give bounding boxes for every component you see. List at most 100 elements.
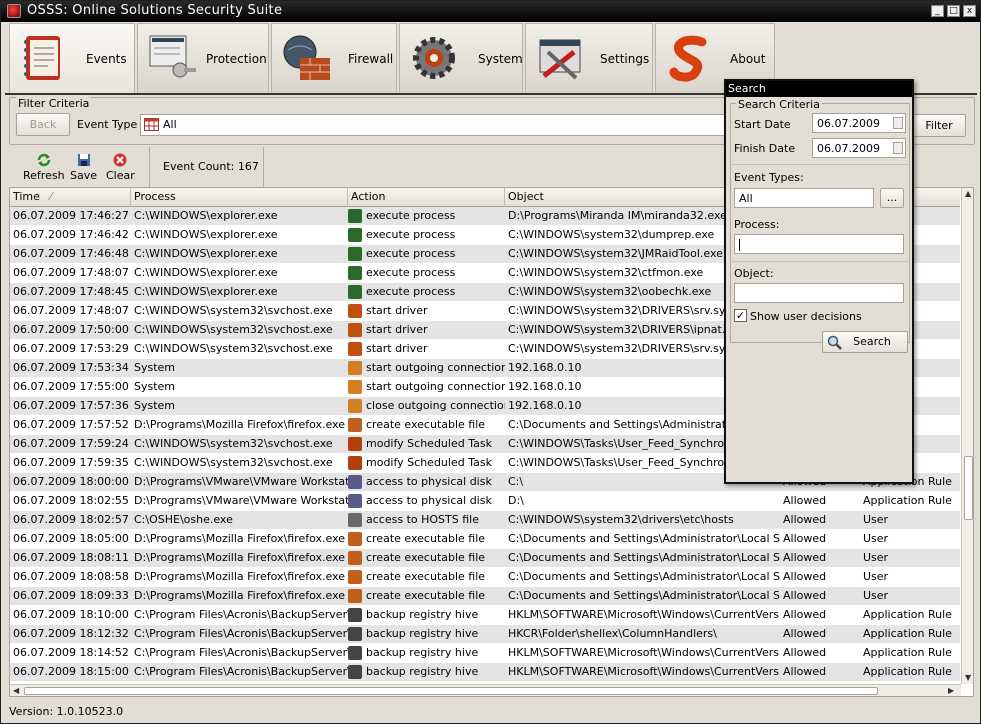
tab-firewall[interactable]: Firewall [271,23,397,93]
table-row[interactable]: 06.07.2009 18:14:52 C:\Program Files\Acro… [10,644,960,663]
back-button[interactable]: Back [16,113,70,136]
cell-process: C:\WINDOWS\explorer.exe [131,264,348,283]
minimize-button[interactable]: _ [931,5,944,17]
table-row[interactable]: 06.07.2009 18:02:57 C:\OSHE\oshe.exe acces… [10,511,960,530]
filter-button[interactable]: Filter [906,114,966,137]
cell-result: Allowed [780,625,860,644]
search-button[interactable]: Search [822,331,908,353]
scroll-left-icon[interactable]: ◀ [13,686,19,695]
save-button[interactable]: Save [70,153,97,182]
cell-process: C:\WINDOWS\explorer.exe [131,226,348,245]
tab-settings[interactable]: Settings [525,23,653,93]
cell-object: D:\ [505,492,780,511]
tab-about-label: About [730,52,766,66]
process-field[interactable] [734,234,904,254]
cell-object-text: 192.168.0.10 [508,380,582,393]
horizontal-scroll-thumb[interactable] [24,687,878,695]
refresh-icon [37,153,51,167]
vertical-scroll-thumb[interactable] [964,456,973,520]
cell-action-text: close outgoing connection [366,399,505,412]
tab-system-label: System [478,52,523,66]
event-types-browse-button[interactable]: ... [880,188,904,208]
cell-action-text: backup registry hive [366,627,479,640]
table-row[interactable]: 06.07.2009 18:10:00 C:\Program Files\Acro… [10,606,960,625]
cell-object-text: D:\ [508,494,524,507]
cell-time-text: 06.07.2009 17:46:27 [13,209,129,222]
cell-action-text: start driver [366,342,428,355]
task-icon [348,456,362,470]
cell-process-text: C:\WINDOWS\system32\svchost.exe [134,456,333,469]
table-row[interactable]: 06.07.2009 18:08:11 D:\Programs\Mozilla F… [10,549,960,568]
vertical-scrollbar[interactable]: ▲ ▼ [961,188,973,684]
cell-time: 06.07.2009 17:55:00 [10,378,131,397]
col-header-action[interactable]: Action [348,188,505,207]
horizontal-scrollbar[interactable]: ◀ ▶ [10,684,961,696]
cell-action: create executable file [348,416,505,435]
cell-object: C:\WINDOWS\system32\drivers\etc\hosts [505,511,780,530]
calendar-icon[interactable] [893,117,903,129]
cell-time-text: 06.07.2009 18:15:00 [13,665,129,678]
cell-process-text: D:\Programs\Mozilla Firefox\firefox.exe [134,532,346,545]
cell-time: 06.07.2009 18:08:58 [10,568,131,587]
start-date-field[interactable]: 06.07.2009 [812,113,906,133]
object-field[interactable] [734,283,904,303]
cell-process-text: C:\WINDOWS\system32\svchost.exe [134,437,333,450]
cell-time: 06.07.2009 18:15:00 [10,663,131,682]
search-panel-title[interactable]: Search [726,81,912,97]
cell-process: C:\WINDOWS\explorer.exe [131,245,348,264]
cell-action-text: start driver [366,304,428,317]
cell-result: Allowed [780,606,860,625]
col-header-time[interactable]: Time ⁄ [10,188,131,207]
cell-time-text: 06.07.2009 18:02:55 [13,494,129,507]
cell-object: C:\Documents and Settings\Administrator\… [505,587,780,606]
cell-rule-text: Application Rule [863,494,952,507]
cell-process: C:\WINDOWS\system32\svchost.exe [131,302,348,321]
close-button[interactable]: x [963,5,976,17]
clear-icon [113,153,127,167]
cell-process: C:\Program Files\Acronis\BackupServer\..… [131,606,348,625]
event-count: Event Count: 167 [163,160,259,173]
tab-events-label: Events [86,52,127,66]
scroll-down-icon[interactable]: ▼ [965,673,971,682]
cell-time: 06.07.2009 17:46:48 [10,245,131,264]
table-row[interactable]: 06.07.2009 18:15:00 C:\Program Files\Acro… [10,663,960,682]
event-type-label: Event Type [77,118,138,131]
registry-icon [348,646,362,660]
cell-time: 06.07.2009 18:14:52 [10,644,131,663]
cell-time: 06.07.2009 17:48:07 [10,264,131,283]
show-user-decisions-checkbox[interactable]: ✓ [734,309,747,322]
cell-time: 06.07.2009 18:10:00 [10,606,131,625]
maximize-button[interactable]: □ [947,5,960,17]
event-types-field[interactable]: All [734,188,874,208]
finish-date-field[interactable]: 06.07.2009 [812,138,906,158]
cell-time: 06.07.2009 18:02:55 [10,492,131,511]
refresh-button[interactable]: Refresh [23,153,65,182]
clear-button[interactable]: Clear [106,153,135,182]
tab-events[interactable]: Events [9,23,135,93]
tab-protection[interactable]: Protection [137,23,269,93]
scroll-up-icon[interactable]: ▲ [965,189,971,198]
cell-time-text: 06.07.2009 18:08:11 [13,551,129,564]
col-header-process[interactable]: Process [131,188,348,207]
cell-time: 06.07.2009 17:59:24 [10,435,131,454]
table-row[interactable]: 06.07.2009 18:09:33 D:\Programs\Mozilla F… [10,587,960,606]
cell-process-text: C:\WINDOWS\explorer.exe [134,247,278,260]
tab-system[interactable]: System [399,23,523,93]
cell-process: D:\Programs\Mozilla Firefox\firefox.exe [131,549,348,568]
cell-rule-text: Application Rule [863,646,952,659]
cell-rule: User [860,549,960,568]
system-icon [413,37,455,79]
title-bar[interactable]: OSSS: Online Solutions Security Suite _ … [1,1,980,22]
cell-object-text: C:\WINDOWS\Tasks\User_Feed_Synchroniza [508,456,747,469]
table-row[interactable]: 06.07.2009 18:02:55 D:\Programs\VMware\VM… [10,492,960,511]
event-type-field[interactable]: All [140,114,730,136]
table-row[interactable]: 06.07.2009 18:08:58 D:\Programs\Mozilla F… [10,568,960,587]
table-row[interactable]: 06.07.2009 18:05:00 D:\Programs\Mozilla F… [10,530,960,549]
cell-result: Allowed [780,587,860,606]
calendar-icon[interactable] [893,142,903,154]
tab-firewall-label: Firewall [348,52,394,66]
scroll-right-icon[interactable]: ▶ [948,686,954,695]
execute-icon [348,247,362,261]
table-row[interactable]: 06.07.2009 18:12:32 C:\Program Files\Acro… [10,625,960,644]
cell-action: access to physical disk [348,492,505,511]
